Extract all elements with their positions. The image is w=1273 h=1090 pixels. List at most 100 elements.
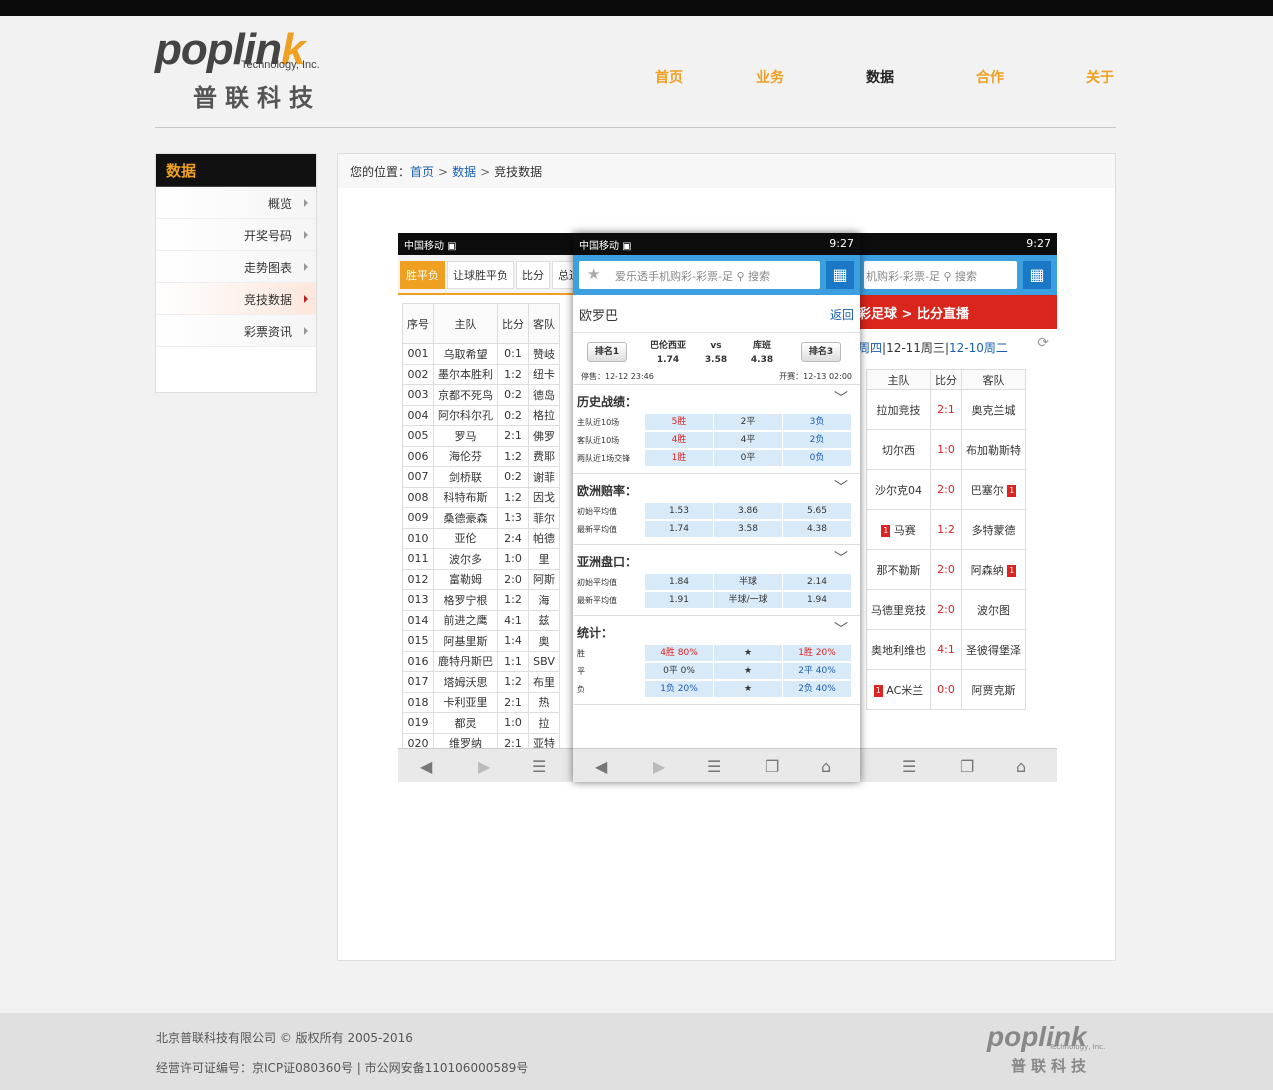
- table-cell: 0:2: [497, 466, 529, 488]
- nav-about[interactable]: 关于: [1086, 67, 1114, 87]
- table-row[interactable]: 奥地利维也 4:1 圣彼得堡泽: [866, 629, 1026, 670]
- table-row[interactable]: 1 AC米兰 0:0 阿贾克斯: [866, 669, 1026, 710]
- table-row[interactable]: 011 波尔多 1:0 里: [402, 548, 560, 570]
- status-bar: 中国移动 ▣: [398, 233, 577, 255]
- table-row[interactable]: 010 亚伦 2:4 帕德: [402, 527, 560, 549]
- table-row[interactable]: 009 桑德豪森 1:3 菲尔: [402, 507, 560, 529]
- home-icon[interactable]: ⌂: [1016, 757, 1026, 776]
- table-row[interactable]: 018 卡利亚里 2:1 热: [402, 691, 560, 713]
- table-row[interactable]: 1 马赛 1:2 多特蒙德: [866, 509, 1026, 550]
- table-row[interactable]: 002 墨尔本胜利 1:2 纽卡: [402, 363, 560, 385]
- home-icon[interactable]: ⌂: [821, 757, 831, 776]
- table-cell: 前进之鹰: [433, 609, 498, 631]
- apps-grid-icon[interactable]: ▦: [1023, 261, 1051, 289]
- table-row[interactable]: 019 都灵 1:0 拉: [402, 712, 560, 734]
- table-row[interactable]: 015 阿基里斯 1:4 奥: [402, 630, 560, 652]
- stats-value: 3负: [783, 414, 851, 430]
- nav-data[interactable]: 数据: [866, 67, 894, 87]
- table-row[interactable]: 016 鹿特丹斯巴 1:1 SBV: [402, 650, 560, 672]
- table-row[interactable]: 008 科特布斯 1:2 因戈: [402, 486, 560, 508]
- table-cell: 剑桥联: [433, 466, 498, 488]
- table-row[interactable]: 马德里竞技 2:0 波尔图: [866, 589, 1026, 630]
- table-row[interactable]: 切尔西 1:0 布加勒斯特: [866, 429, 1026, 470]
- table-row[interactable]: 沙尔克04 2:0 巴塞尔 1: [866, 469, 1026, 510]
- back-icon[interactable]: ◀: [420, 757, 432, 776]
- table-cell: 2:1: [497, 691, 529, 713]
- table-row[interactable]: 013 格罗宁根 1:2 海: [402, 589, 560, 611]
- chevron-down-icon[interactable]: ﹀: [834, 388, 848, 408]
- section-title[interactable]: 欧洲赔率： ﹀: [577, 476, 856, 502]
- search-input[interactable]: 机购彩-彩票-足 ⚲ 搜索: [864, 261, 1017, 289]
- score-cell: 2:0: [930, 549, 962, 590]
- stats-row: 初始平均值 1.53 3.86 5.65: [577, 502, 856, 520]
- table-cell: 卡利亚里: [433, 691, 498, 713]
- menu-icon[interactable]: ☰: [902, 757, 916, 776]
- sidebar-item-trend-charts[interactable]: 走势图表: [156, 251, 316, 283]
- date-tab-tue[interactable]: 12-10周二: [949, 341, 1008, 355]
- table-row[interactable]: 014 前进之鹰 4:1 兹: [402, 609, 560, 631]
- table-cell: 2:0: [497, 568, 529, 590]
- table-cell: 010: [402, 527, 434, 549]
- date-tab-wed[interactable]: 12-11周三: [886, 341, 945, 355]
- refresh-icon[interactable]: ⟳: [1037, 335, 1049, 351]
- nav-business[interactable]: 业务: [756, 67, 784, 87]
- nav-cooperation[interactable]: 合作: [976, 67, 1004, 87]
- stats-label: 平: [577, 667, 585, 676]
- windows-icon[interactable]: ❐: [765, 757, 779, 776]
- table-row[interactable]: 001 乌取希望 0:1 赞岐: [402, 343, 560, 365]
- forward-icon[interactable]: ▶: [478, 757, 490, 776]
- nav-home[interactable]: 首页: [655, 67, 683, 87]
- sidebar-item-lottery-results[interactable]: 开奖号码: [156, 219, 316, 251]
- home-team-cell: 1 马赛: [866, 509, 931, 550]
- main-content: 您的位置：首页 > 数据 > 竞技数据 中国移动 ▣ 胜平负 让球胜平负 比分 总进 序号 主队…: [337, 153, 1116, 961]
- chevron-down-icon[interactable]: ﹀: [834, 619, 848, 639]
- table-row[interactable]: 012 富勒姆 2:0 阿斯: [402, 568, 560, 590]
- stats-value: 1胜 20%: [783, 645, 851, 661]
- breadcrumb-current: 竞技数据: [494, 165, 543, 179]
- table-row[interactable]: 007 剑桥联 0:2 谢菲: [402, 466, 560, 488]
- table-row[interactable]: 004 阿尔科尔孔 0:2 格拉: [402, 404, 560, 426]
- logo[interactable]: poplink Technology, Inc. 普联科技: [155, 28, 365, 113]
- sidebar-item-overview[interactable]: 概览: [156, 187, 316, 219]
- stats-value: 1.91: [645, 592, 713, 608]
- chevron-down-icon[interactable]: ﹀: [834, 477, 848, 497]
- table-row[interactable]: 拉加竞技 2:1 奥克兰城: [866, 389, 1026, 430]
- table-row[interactable]: 017 塔姆沃思 1:2 布里: [402, 671, 560, 693]
- table-row[interactable]: 006 海伦芬 1:2 费耶: [402, 445, 560, 467]
- forward-icon[interactable]: ▶: [653, 757, 665, 776]
- apps-grid-icon[interactable]: ▦: [826, 261, 854, 289]
- breadcrumb-data[interactable]: 数据: [452, 165, 476, 179]
- sidebar-item-sports-data[interactable]: 竞技数据: [156, 283, 316, 315]
- table-cell: 016: [402, 650, 434, 672]
- section-title[interactable]: 统计： ﹀: [577, 618, 856, 644]
- table-cell: 格罗宁根: [433, 589, 498, 611]
- tab-win-draw-lose[interactable]: 胜平负: [400, 261, 445, 289]
- stats-value: 1.53: [645, 503, 713, 519]
- tab-score[interactable]: 比分: [516, 261, 550, 289]
- table-row[interactable]: 那不勒斯 2:0 阿森纳 1: [866, 549, 1026, 590]
- section-title[interactable]: 亚洲盘口： ﹀: [577, 547, 856, 573]
- rank-left-button[interactable]: 排名1: [587, 342, 627, 362]
- menu-icon[interactable]: ☰: [532, 757, 546, 776]
- date-tab-thu[interactable]: 周四: [858, 341, 882, 355]
- table-cell: 海伦芬: [433, 445, 498, 467]
- stats-row: 主队近10场 5胜 2平 3负: [577, 413, 856, 431]
- sidebar-item-lottery-news[interactable]: 彩票资讯: [156, 315, 316, 347]
- back-icon[interactable]: ◀: [595, 757, 607, 776]
- table-cell: 011: [402, 548, 434, 570]
- menu-icon[interactable]: ☰: [707, 757, 721, 776]
- back-link[interactable]: 返回: [830, 306, 854, 323]
- away-team-cell: 阿贾克斯: [961, 669, 1026, 710]
- open-time: 开赛：12-13 02:00: [779, 372, 852, 381]
- table-row[interactable]: 003 京都不死鸟 0:2 德岛: [402, 384, 560, 406]
- rank-right-button[interactable]: 排名3: [801, 342, 841, 362]
- search-input[interactable]: ★ 爱乐透手机购彩-彩票-足 ⚲ 搜索: [579, 261, 820, 289]
- star-icon[interactable]: ★: [587, 265, 600, 283]
- chevron-down-icon[interactable]: ﹀: [834, 548, 848, 568]
- section-title[interactable]: 历史战绩： ﹀: [577, 387, 856, 413]
- tab-handicap[interactable]: 让球胜平负: [447, 261, 514, 289]
- breadcrumb-home[interactable]: 首页: [410, 165, 434, 179]
- table-row[interactable]: 005 罗马 2:1 佛罗: [402, 425, 560, 447]
- table-cell: 布里: [528, 671, 560, 693]
- windows-icon[interactable]: ❐: [960, 757, 974, 776]
